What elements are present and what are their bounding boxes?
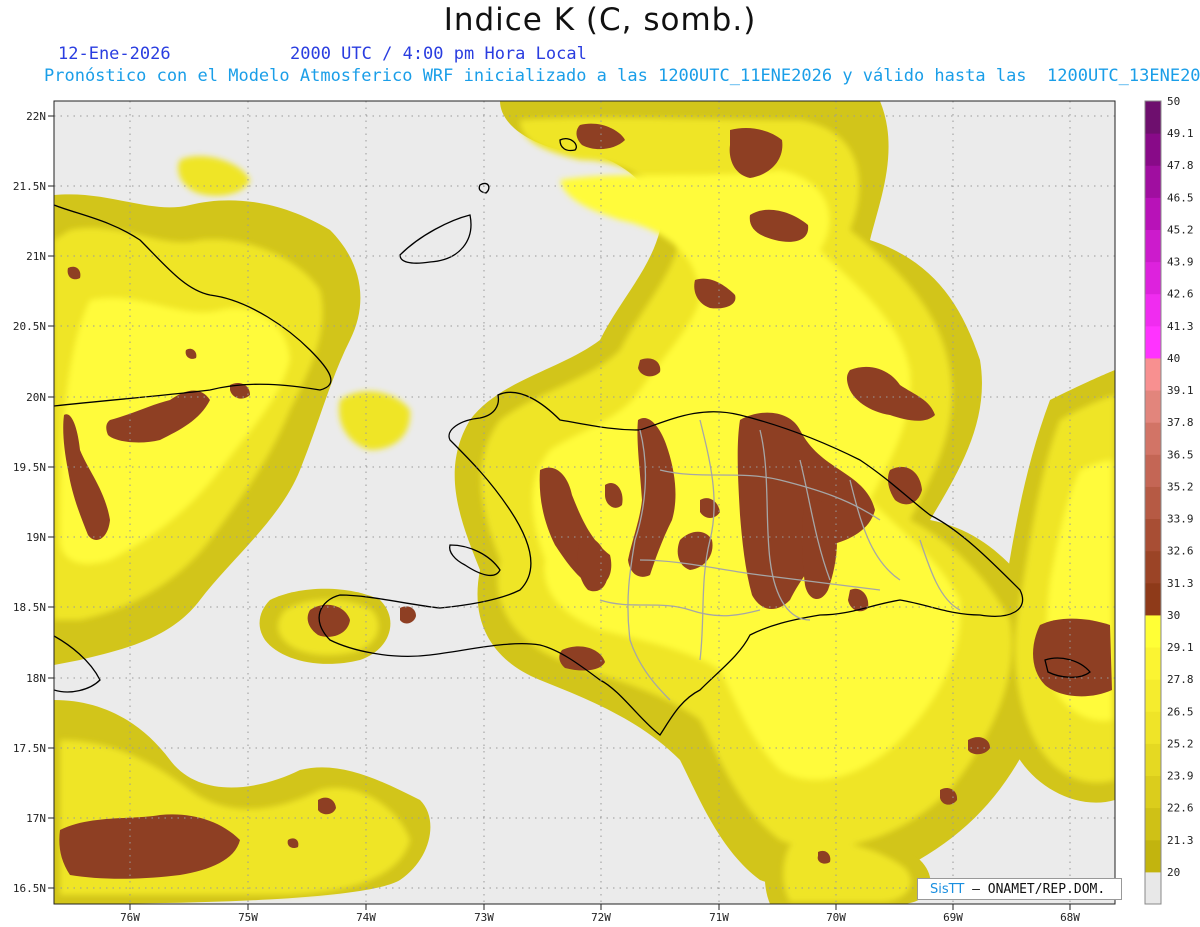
- colorbar-label: 45.2: [1167, 223, 1194, 236]
- colorbar-label: 27.8: [1167, 673, 1194, 686]
- colorbar-segment: [1145, 454, 1161, 487]
- colorbar-label: 39.1: [1167, 384, 1194, 397]
- lat-label: 17.5N: [13, 742, 46, 755]
- longitude-labels: 76W 75W 74W 73W 72W 71W 70W 69W 68W: [120, 911, 1080, 924]
- colorbar-segment: [1145, 357, 1161, 391]
- colorbar-segment: [1145, 133, 1161, 166]
- colorbar-label: 30: [1167, 609, 1180, 622]
- colorbar-segment: [1145, 582, 1161, 616]
- colorbar-segment: [1145, 807, 1161, 841]
- lat-label: 21.5N: [13, 180, 46, 193]
- colorbar-label: 50: [1167, 95, 1180, 108]
- colorbar-label: 35.2: [1167, 480, 1194, 493]
- colorbar-label: 25.2: [1167, 737, 1194, 750]
- lon-label: 76W: [120, 911, 140, 924]
- lon-label: 73W: [474, 911, 494, 924]
- lon-label: 75W: [238, 911, 258, 924]
- colorbar-segment: [1145, 390, 1161, 423]
- colorbar-segment: [1145, 871, 1161, 905]
- colorbar-label: 33.9: [1167, 513, 1194, 526]
- colorbar-segment: [1145, 293, 1161, 327]
- lat-label: 17N: [26, 812, 46, 825]
- lon-label: 70W: [826, 911, 846, 924]
- colorbar-label: 43.9: [1167, 256, 1194, 269]
- lon-label: 72W: [591, 911, 611, 924]
- colorbar-label: 32.6: [1167, 545, 1194, 558]
- colorbar-label: 20: [1167, 866, 1180, 879]
- latitude-labels: 22N 21.5N 21N 20.5N 20N 19.5N 19N 18.5N …: [13, 110, 46, 895]
- credit-text: – ONAMET/REP.DOM.: [972, 882, 1106, 897]
- colorbar-label: 21.3: [1167, 834, 1194, 847]
- colorbar-segment: [1145, 101, 1161, 134]
- colorbar-segment: [1145, 486, 1161, 520]
- colorbar-label: 29.1: [1167, 641, 1194, 654]
- lat-label: 19.5N: [13, 461, 46, 474]
- colorbar-label: 42.6: [1167, 288, 1194, 301]
- colorbar-label: 40: [1167, 352, 1180, 365]
- lat-label: 21N: [26, 250, 46, 263]
- lat-label: 20N: [26, 391, 46, 404]
- colorbar-segment: [1145, 518, 1161, 552]
- colorbar-segment: [1145, 743, 1161, 777]
- credit-box: SisTT – ONAMET/REP.DOM.: [917, 878, 1122, 900]
- lon-label: 71W: [709, 911, 729, 924]
- colorbar: 20 21.3 22.6 23.9 25.2 26.5 27.8 29.1 30 31.3 32.6…: [1144, 95, 1194, 905]
- colorbar-segment: [1145, 711, 1161, 744]
- colorbar-segment: [1145, 229, 1161, 263]
- colorbar-segment: [1145, 261, 1161, 295]
- colorbar-label: 23.9: [1167, 770, 1194, 783]
- colorbar-segment: [1145, 839, 1161, 873]
- colorbar-segment: [1145, 775, 1161, 809]
- colorbar-segment: [1145, 679, 1161, 712]
- colorbar-segment: [1145, 647, 1161, 680]
- lat-label: 20.5N: [13, 320, 46, 333]
- colorbar-segment: [1145, 550, 1161, 584]
- lat-label: 18N: [26, 672, 46, 685]
- colorbar-segment: [1145, 197, 1161, 230]
- colorbar-label: 26.5: [1167, 705, 1194, 718]
- lat-label: 16.5N: [13, 882, 46, 895]
- lat-label: 18.5N: [13, 601, 46, 614]
- lon-label: 69W: [943, 911, 963, 924]
- colorbar-label: 36.5: [1167, 448, 1194, 461]
- lat-label: 19N: [26, 531, 46, 544]
- lon-label: 68W: [1060, 911, 1080, 924]
- k-index-map: 22N 21.5N 21N 20.5N 20N 19.5N 19N 18.5N …: [13, 95, 1194, 924]
- sistt-logo: SisTT: [930, 882, 965, 897]
- colorbar-segment: [1145, 422, 1161, 455]
- colorbar-label: 49.1: [1167, 127, 1194, 140]
- lon-label: 74W: [356, 911, 376, 924]
- colorbar-label: 46.5: [1167, 191, 1194, 204]
- colorbar-label: 31.3: [1167, 577, 1194, 590]
- colorbar-segment: [1145, 325, 1161, 359]
- colorbar-label: 47.8: [1167, 159, 1194, 172]
- colorbar-label: 22.6: [1167, 802, 1194, 815]
- colorbar-segment: [1145, 165, 1161, 198]
- lat-label: 22N: [26, 110, 46, 123]
- colorbar-label: 37.8: [1167, 416, 1194, 429]
- colorbar-segment: [1145, 614, 1161, 648]
- colorbar-label: 41.3: [1167, 320, 1194, 333]
